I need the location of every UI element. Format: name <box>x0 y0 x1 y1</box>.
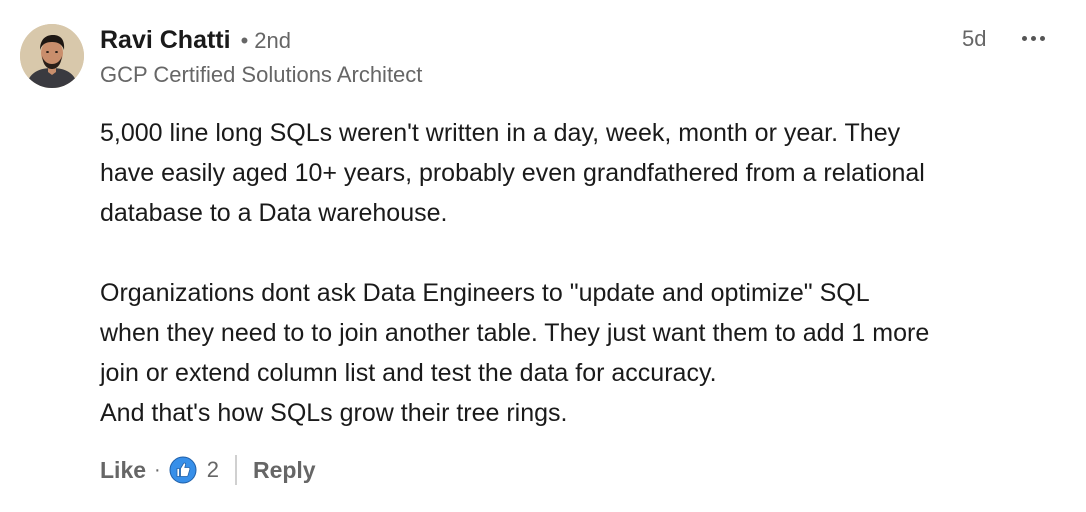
author-line: Ravi Chatti • 2nd <box>100 26 291 58</box>
action-divider <box>234 455 237 485</box>
more-options-button[interactable] <box>1016 24 1050 52</box>
more-options-icon <box>1021 35 1027 41</box>
bullet-separator: • <box>240 28 249 53</box>
author-headline: GCP Certified Solutions Architect <box>100 62 423 87</box>
more-options-icon <box>1039 35 1045 41</box>
comment-body-line: join or extend column list and test the … <box>100 359 717 387</box>
comment-timestamp: 5d <box>962 26 987 51</box>
like-button[interactable]: Like <box>100 457 146 484</box>
comment: Ravi Chatti • 2nd GCP Certified Solution… <box>0 0 1086 512</box>
reaction-summary[interactable]: 2 <box>169 456 219 484</box>
action-separator: · <box>154 458 161 481</box>
comment-body: 5,000 line long SQLs weren't written in … <box>100 113 1080 433</box>
connection-degree: 2nd <box>254 28 292 53</box>
comment-body-line: And that's how SQLs grow their tree ring… <box>100 399 568 427</box>
comment-body-line: when they need to to join another table.… <box>100 319 930 347</box>
author-name[interactable]: Ravi Chatti <box>100 26 231 55</box>
reply-button[interactable]: Reply <box>253 457 316 484</box>
profile-photo <box>20 24 84 88</box>
thumbs-up-icon <box>169 456 197 484</box>
comment-body-line: Organizations dont ask Data Engineers to… <box>100 279 870 307</box>
reaction-count: 2 <box>206 457 219 482</box>
comment-body-line: have easily aged 10+ years, probably eve… <box>100 159 925 187</box>
comment-actions: Like · 2 Reply <box>100 452 316 488</box>
author-avatar[interactable] <box>20 24 84 88</box>
comment-body-line: 5,000 line long SQLs weren't written in … <box>100 119 901 147</box>
comment-body-line: database to a Data warehouse. <box>100 199 448 227</box>
more-options-icon <box>1030 35 1036 41</box>
